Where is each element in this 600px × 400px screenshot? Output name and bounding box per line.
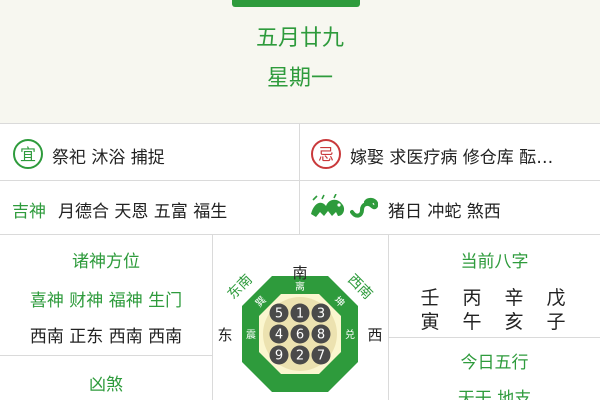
luoshu-number: 1 bbox=[296, 307, 304, 322]
trigram-south: 离 bbox=[295, 280, 305, 293]
bazi-branch: 午 bbox=[462, 311, 482, 333]
divider bbox=[299, 124, 300, 180]
luoshu-number: 7 bbox=[317, 349, 325, 364]
gods-names: 喜神 财神 福神 生门 bbox=[29, 291, 183, 311]
divider bbox=[212, 235, 213, 400]
bazi-stem: 壬 bbox=[420, 287, 440, 309]
header-accent-bar bbox=[232, 0, 360, 7]
direction-south: 南 bbox=[292, 264, 307, 282]
luoshu-number: 2 bbox=[296, 349, 304, 364]
zodiac-clash-text[interactable]: 猪日 冲蛇 煞西 bbox=[388, 197, 501, 222]
divider bbox=[0, 180, 600, 181]
yi-text[interactable]: 祭祀 沐浴 捕捉 bbox=[52, 143, 165, 168]
luoshu-number: 5 bbox=[275, 307, 283, 322]
feng-shui-compass: 5 1 34 6 89 2 7 南 东 西 东南 西南 离 巽 坤 震 兑 bbox=[217, 264, 383, 392]
divider bbox=[0, 234, 600, 235]
direction-east: 东 bbox=[217, 326, 232, 344]
bazi-stem: 戊 bbox=[546, 287, 566, 309]
five-elements-sub: 天干 地支 bbox=[457, 389, 532, 400]
yi-badge: 宜 bbox=[13, 139, 43, 169]
luoshu-number: 6 bbox=[296, 328, 304, 343]
ji-text[interactable]: 嫁娶 求医疗病 修仓库 酝… bbox=[350, 143, 553, 168]
ji-badge: 忌 bbox=[311, 139, 341, 169]
weekday: 星期一 bbox=[266, 66, 333, 91]
bazi-branch: 亥 bbox=[504, 311, 524, 333]
luoshu-number: 4 bbox=[275, 328, 283, 343]
auspicious-gods-text[interactable]: 月德合 天恩 五富 福生 bbox=[58, 197, 227, 222]
trigram-east: 震 bbox=[246, 329, 256, 341]
gods-directions: 西南 正东 西南 西南 bbox=[29, 327, 183, 347]
inauspicious-title[interactable]: 凶煞 bbox=[0, 370, 212, 395]
bazi-title: 当前八字 bbox=[460, 252, 529, 272]
divider bbox=[389, 337, 600, 338]
bazi-stem: 丙 bbox=[462, 287, 482, 309]
trigram-west: 兑 bbox=[345, 328, 355, 341]
divider bbox=[299, 181, 300, 234]
gods-direction-title: 诸神方位 bbox=[72, 252, 140, 272]
luoshu-number: 8 bbox=[317, 328, 325, 343]
luoshu-number: 3 bbox=[317, 307, 325, 322]
snake-icon bbox=[350, 197, 378, 218]
date-header: 五月廿九 星期一 bbox=[0, 0, 600, 123]
five-elements-title[interactable]: 今日五行 bbox=[389, 348, 600, 373]
lunar-date: 五月廿九 bbox=[255, 26, 344, 51]
auspicious-gods-label: 吉神 bbox=[12, 202, 46, 222]
divider bbox=[0, 123, 600, 124]
bazi-branch: 子 bbox=[546, 311, 566, 333]
bazi-stem: 辛 bbox=[504, 287, 524, 309]
bazi-branch: 寅 bbox=[420, 311, 440, 333]
luoshu-number: 9 bbox=[275, 349, 283, 364]
dragon-icon bbox=[311, 194, 345, 217]
direction-west: 西 bbox=[367, 326, 382, 344]
divider bbox=[0, 355, 212, 356]
